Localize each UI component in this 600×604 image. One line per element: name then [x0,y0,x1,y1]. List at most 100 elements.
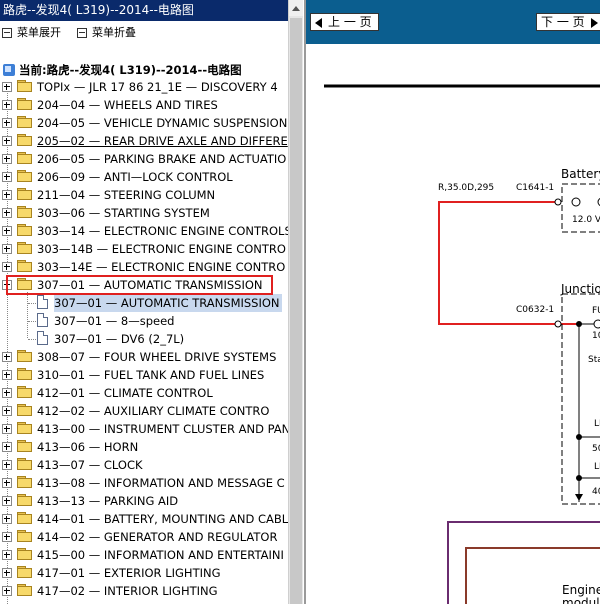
expand-plus-icon[interactable] [2,442,12,452]
expand-plus-icon[interactable] [2,388,12,398]
tree-leaf-item[interactable]: 307—01 — 8—speed [0,312,288,330]
link-label-1: LI [594,419,600,429]
tree-folder-item[interactable]: 412—02 — AUXILIARY CLIMATE CONTRO [0,402,288,420]
tree-folder-item[interactable]: TOPIx — JLR 17 86 21_1E — DISCOVERY 4 [0,78,288,96]
tree-item-label: 303—06 — STARTING SYSTEM [37,206,210,220]
tree-item-label: 417—01 — EXTERIOR LIGHTING [37,566,221,580]
expand-plus-icon[interactable] [2,226,12,236]
expand-plus-icon[interactable] [2,352,12,362]
expand-plus-icon[interactable] [2,244,12,254]
expand-plus-icon[interactable] [2,532,12,542]
current-location-label: 当前:路虎--发现4( L319)--2014--电路图 [19,63,242,77]
expand-plus-icon[interactable] [2,190,12,200]
folder-icon [17,458,33,470]
expand-plus-icon[interactable] [2,208,12,218]
tree-item-label: 211—04 — STEERING COLUMN [37,188,216,202]
tree-item-label: 310—01 — FUEL TANK AND FUEL LINES [37,368,265,382]
tree-folder-item[interactable]: 303—06 — STARTING SYSTEM [0,204,288,222]
connector-1-label: C1641-1 [516,183,555,193]
folder-icon [17,440,33,452]
arrow-right-icon [590,17,598,28]
expand-plus-icon[interactable] [2,514,12,524]
fuse-rating-label: 10 [592,331,600,341]
expand-plus-icon[interactable] [2,406,12,416]
folder-icon [17,134,33,146]
tree-folder-item[interactable]: 413—00 — INSTRUMENT CLUSTER AND PAN [0,420,288,438]
scroll-up-button[interactable] [289,0,303,16]
expand-plus-icon[interactable] [2,586,12,596]
folder-icon [17,530,33,542]
tree-folder-item[interactable]: 417—01 — EXTERIOR LIGHTING [0,564,288,582]
folder-icon [17,584,33,596]
expand-plus-icon[interactable] [2,262,12,272]
tree-folder-item[interactable]: 204—04 — WHEELS AND TIRES [0,96,288,114]
tree-item-label: 205—02 — REAR DRIVE AXLE AND DIFFERE [37,134,288,148]
tree-item-label: 415—00 — INFORMATION AND ENTERTAINI [37,548,284,562]
tree-folder-item[interactable]: 204—05 — VEHICLE DYNAMIC SUSPENSION [0,114,288,132]
tree-folder-item[interactable]: 206—09 — ANTI—LOCK CONTROL [0,168,288,186]
expand-plus-icon[interactable] [2,496,12,506]
folder-icon [17,404,33,416]
tree-folder-item[interactable]: 413—07 — CLOCK [0,456,288,474]
tree-folder-item[interactable]: 413—08 — INFORMATION AND MESSAGE C [0,474,288,492]
tree-item-label: 413—08 — INFORMATION AND MESSAGE C [37,476,285,490]
tree-item-label: 412—01 — CLIMATE CONTROL [37,386,213,400]
tree-folder-item[interactable]: 417—02 — INTERIOR LIGHTING [0,582,288,600]
tree-pane: 路虎--发现4( L319)--2014--电路图 菜单展开 菜单折叠 当前:路… [0,0,288,604]
collapse-menu-icon [77,28,87,38]
expand-plus-icon[interactable] [2,568,12,578]
tree-folder-item[interactable]: 310—01 — FUEL TANK AND FUEL LINES [0,366,288,384]
page-nav-bar: 上 一 页 下 一 页 [306,0,600,44]
tree-folder-item[interactable]: 206—05 — PARKING BRAKE AND ACTUATIO [0,150,288,168]
window-title: 路虎--发现4( L319)--2014--电路图 [0,0,288,21]
expand-plus-icon[interactable] [2,100,12,110]
connector-pin-1 [554,198,562,206]
tree-branch-line [28,339,36,340]
tree-folder-item[interactable]: 413—06 — HORN [0,438,288,456]
tree-folder-item[interactable]: 211—04 — STEERING COLUMN [0,186,288,204]
expand-plus-icon[interactable] [2,370,12,380]
tree-item-label: 308—07 — FOUR WHEEL DRIVE SYSTEMS [37,350,277,364]
folder-icon [17,188,33,200]
tree-leaf-item[interactable]: 307—01 — DV6 (2_7L) [0,330,288,348]
folder-icon [17,476,33,488]
tree-folder-item[interactable]: 303—14 — ELECTRONIC ENGINE CONTROLS [0,222,288,240]
folder-icon [17,242,33,254]
tree-leaf-item[interactable]: 307—01 — AUTOMATIC TRANSMISSION [0,294,288,312]
expand-plus-icon[interactable] [2,136,12,146]
menu-expand-button[interactable]: 菜单展开 [2,24,61,42]
expand-plus-icon[interactable] [2,154,12,164]
tree-item-label: 413—13 — PARKING AID [37,494,179,508]
scroll-thumb[interactable] [290,18,302,604]
expand-plus-icon[interactable] [2,460,12,470]
tree-folder-item[interactable]: 205—02 — REAR DRIVE AXLE AND DIFFERE [0,132,288,150]
tree-folder-item[interactable]: 414—01 — BATTERY, MOUNTING AND CABL [0,510,288,528]
tree-folder-item[interactable]: 308—07 — FOUR WHEEL DRIVE SYSTEMS [0,348,288,366]
expand-plus-icon[interactable] [2,82,12,92]
expand-plus-icon[interactable] [2,478,12,488]
expand-plus-icon[interactable] [2,172,12,182]
next-page-button[interactable]: 下 一 页 [536,13,600,31]
tree-folder-item[interactable]: 303—14E — ELECTRONIC ENGINE CONTRO [0,258,288,276]
folder-icon [17,422,33,434]
tree-folder-item[interactable]: 412—01 — CLIMATE CONTROL [0,384,288,402]
tree-folder-item[interactable]: 415—00 — INFORMATION AND ENTERTAINI [0,546,288,564]
prev-page-button[interactable]: 上 一 页 [310,13,379,31]
red-wire [438,201,579,325]
tree-scrollbar[interactable] [288,0,303,604]
tree-folder-item[interactable]: 303—14B — ELECTRONIC ENGINE CONTRO [0,240,288,258]
folder-icon [17,386,33,398]
highlight-box [6,275,273,295]
expand-plus-icon[interactable] [2,550,12,560]
folder-icon [17,512,33,524]
expand-plus-icon[interactable] [2,118,12,128]
tree-item-label: 413—06 — HORN [37,440,139,454]
folder-icon [17,80,33,92]
expand-plus-icon[interactable] [2,424,12,434]
tree-folder-item[interactable]: 413—13 — PARKING AID [0,492,288,510]
tree-folder-item[interactable]: 414—02 — GENERATOR AND REGULATOR [0,528,288,546]
module-label: module [562,596,600,604]
tree-item-label: 413—07 — CLOCK [37,458,143,472]
tree-item-label: 307—01 — 8—speed [54,314,175,328]
menu-collapse-button[interactable]: 菜单折叠 [77,24,136,42]
